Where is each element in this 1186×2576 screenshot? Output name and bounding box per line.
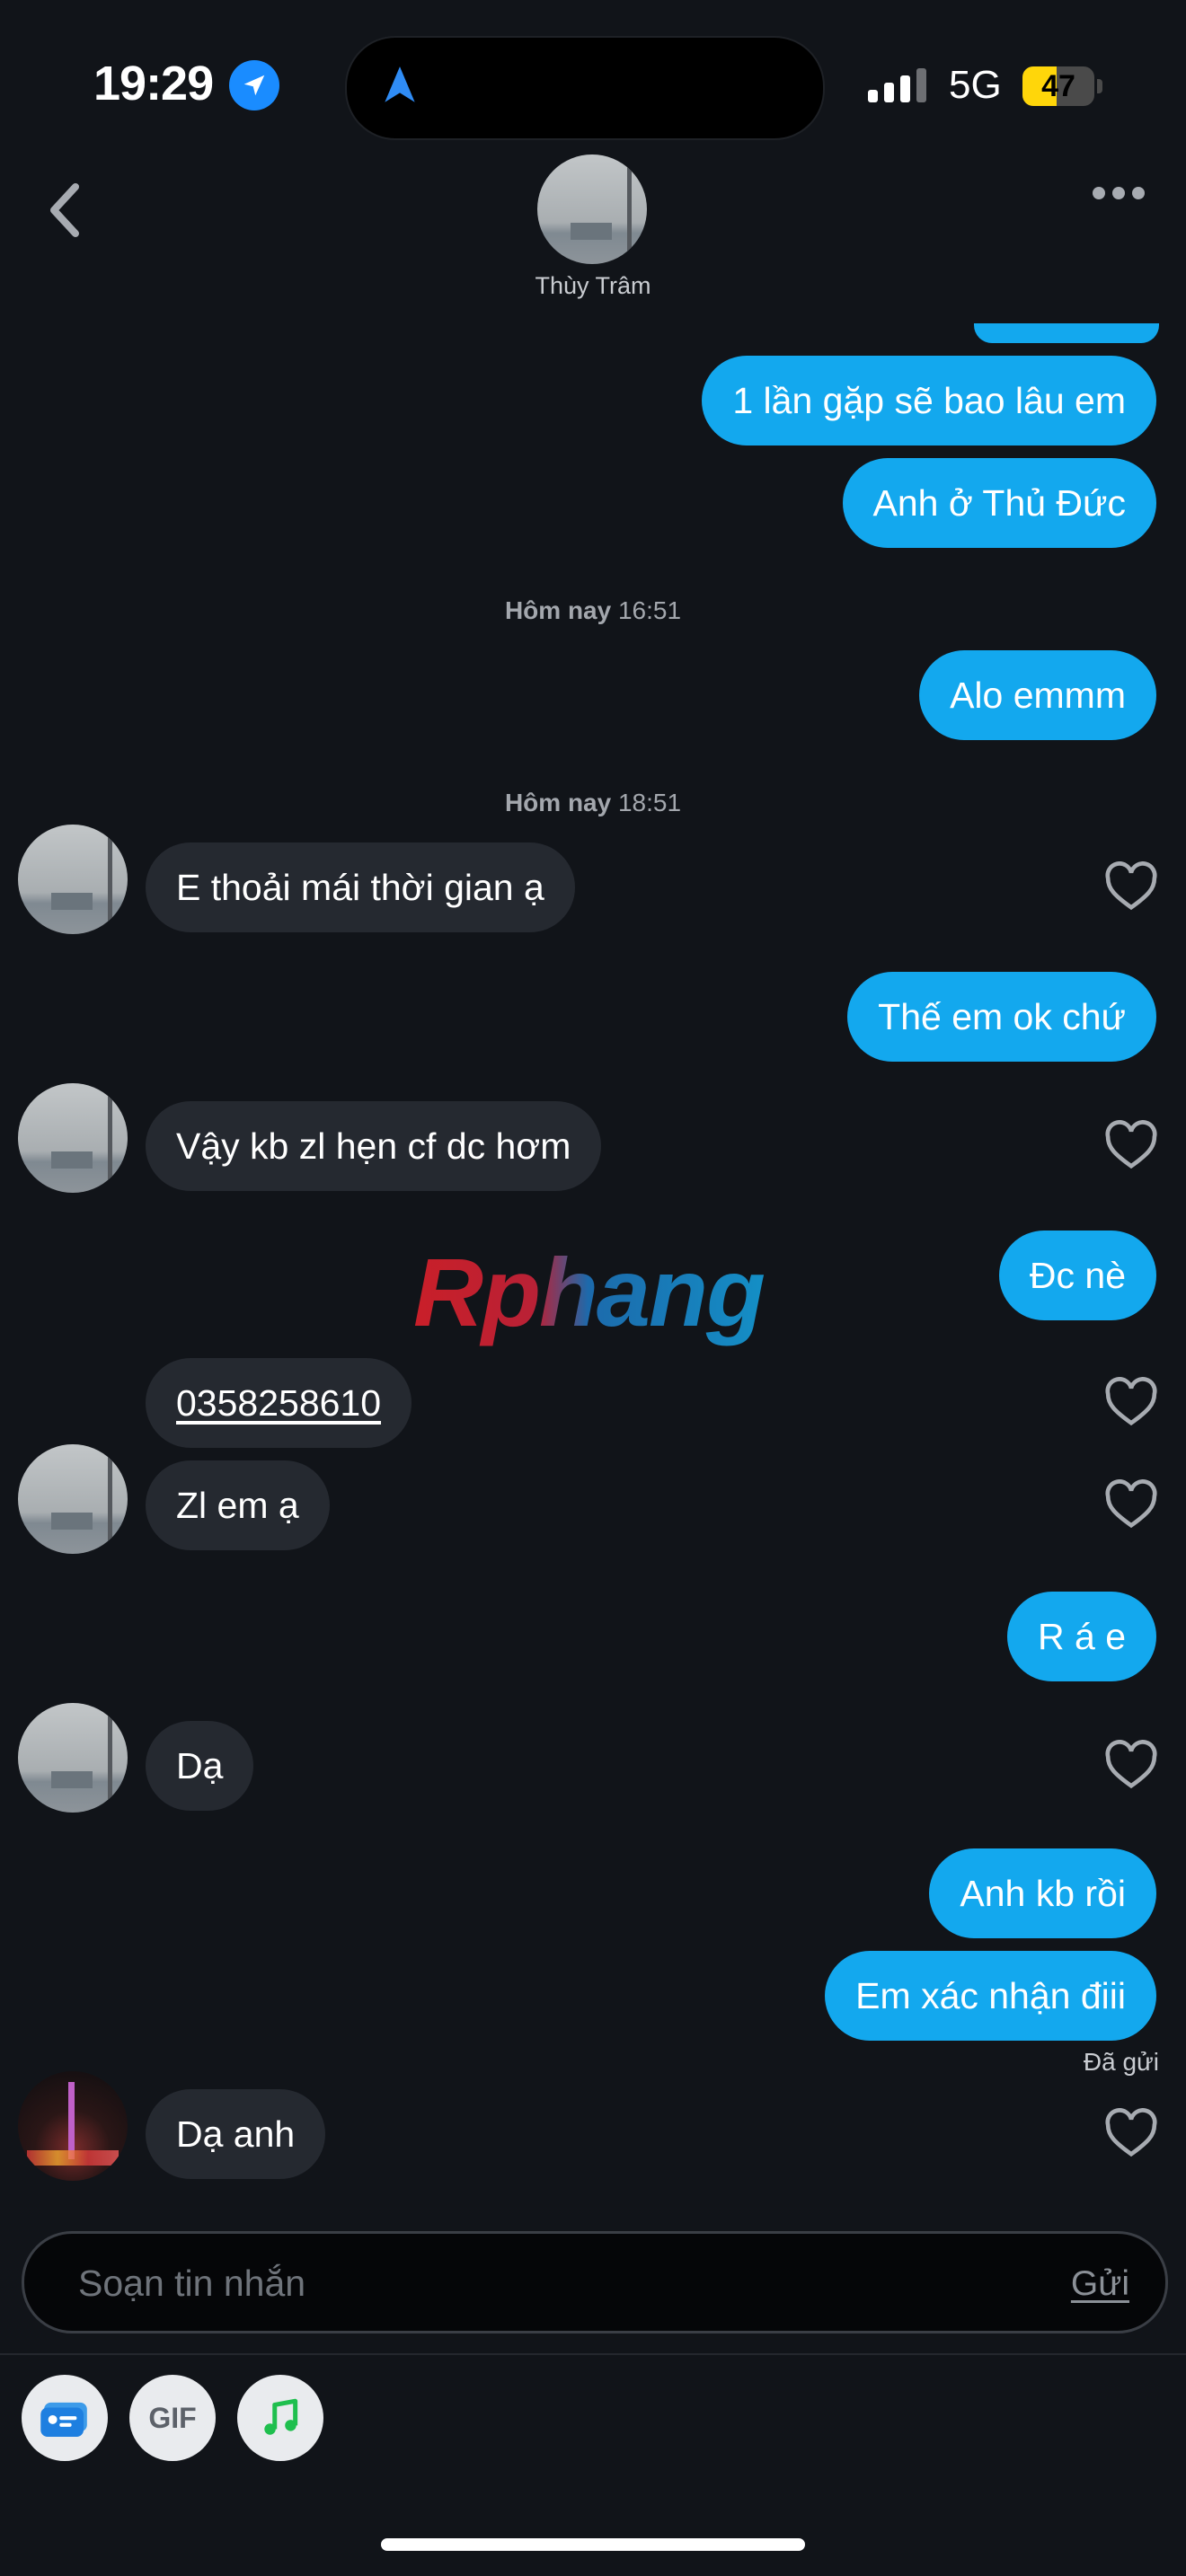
previous-message-bubble [974,323,1159,343]
message-composer: Gửi [22,2231,1168,2333]
signal-icon [868,68,926,102]
contact-name[interactable]: Thùy Trâm [413,272,773,300]
sent-status: Đã gửi [1083,2048,1159,2076]
heart-icon[interactable] [1103,1478,1159,1535]
battery-cap [1097,79,1102,93]
phone-number-link[interactable]: 0358258610 [176,1384,381,1422]
divider [0,2353,1186,2355]
sender-avatar[interactable] [18,2071,128,2181]
message-bubble-outgoing[interactable]: Alo emmm [919,650,1156,740]
message-bubble-outgoing[interactable]: Thế em ok chứ [847,972,1156,1062]
music-note-icon [264,2398,298,2435]
sender-avatar[interactable] [18,1703,128,1813]
sender-avatar[interactable] [18,1083,128,1193]
timestamp-divider: Hôm nay 16:51 [504,596,682,624]
message-bubble-outgoing[interactable]: Đc nè [998,1231,1156,1320]
heart-icon[interactable] [1103,2107,1159,2164]
back-button[interactable] [40,180,90,245]
gif-button[interactable]: GIF [129,2375,216,2461]
contact-avatar[interactable] [537,154,647,264]
more-options-button[interactable] [1093,187,1145,199]
heart-icon[interactable] [1103,1376,1159,1433]
navigation-icon [377,63,422,112]
location-arrow-icon [229,60,279,110]
send-button[interactable]: Gửi [1071,2264,1129,2304]
watermark-logo: Rphang [413,1238,766,1346]
heart-icon[interactable] [1103,1739,1159,1795]
contact-card-button[interactable] [22,2375,108,2461]
battery-icon: 47 [1022,66,1094,106]
timestamp-divider: Hôm nay 18:51 [504,789,682,816]
message-bubble-incoming[interactable]: E thoải mái thời gian ạ [146,842,575,932]
network-type: 5G [949,63,1002,107]
message-bubble-incoming[interactable]: 0358258610 [146,1358,412,1448]
message-bubble-outgoing[interactable]: Anh ở Thủ Đức [842,458,1156,548]
message-bubble-outgoing[interactable]: Em xác nhận điii [825,1951,1156,2041]
message-bubble-outgoing[interactable]: 1 lần gặp sẽ bao lâu em [702,356,1156,446]
gif-label: GIF [148,2401,197,2434]
message-bubble-outgoing[interactable]: Anh kb rồi [929,1848,1156,1938]
message-bubble-incoming[interactable]: Dạ [146,1721,254,1811]
message-bubble-incoming[interactable]: Dạ anh [146,2089,326,2179]
sender-avatar[interactable] [18,825,128,934]
status-time: 19:29 [93,57,214,110]
music-button[interactable] [237,2375,323,2461]
contact-card-icon [40,2402,87,2437]
message-bubble-outgoing[interactable]: R á e [1007,1592,1156,1681]
chevron-left-icon [50,183,79,237]
sender-avatar[interactable] [18,1444,128,1554]
message-bubble-incoming[interactable]: Zl em ạ [146,1460,330,1550]
home-indicator [381,2538,805,2551]
heart-icon[interactable] [1103,1119,1159,1176]
battery-level: 47 [1041,69,1075,103]
message-bubble-incoming[interactable]: Vậy kb zl hẹn cf dc hơm [146,1101,602,1191]
heart-icon[interactable] [1103,860,1159,917]
message-input[interactable] [76,2234,978,2333]
